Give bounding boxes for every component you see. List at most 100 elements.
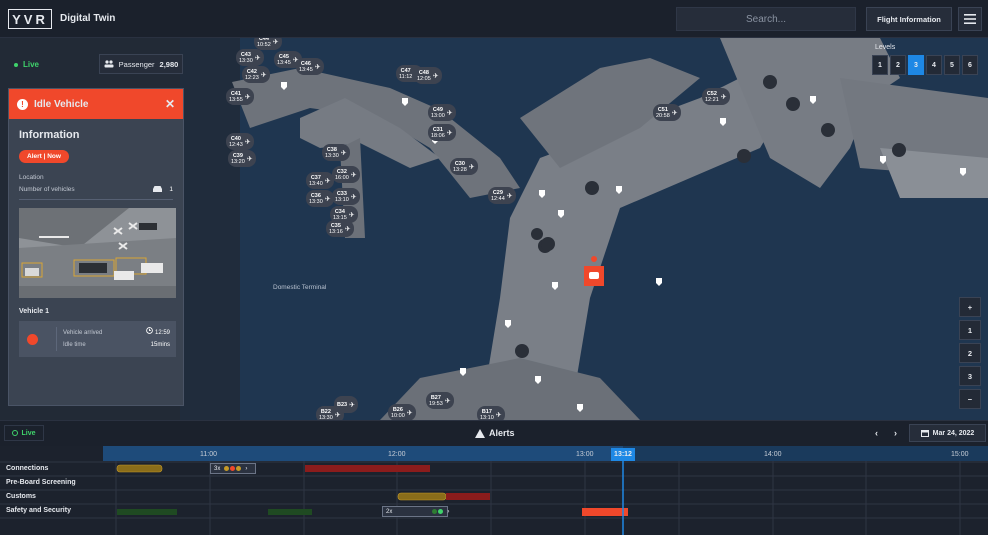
plane-icon: ✈ xyxy=(324,177,331,185)
gate-marker-c42[interactable]: C42 12:23 ✈ xyxy=(242,66,270,83)
live-indicator: Live xyxy=(14,60,39,69)
cluster-dots-icon xyxy=(224,466,242,471)
gate-marker-c48[interactable]: C48 12:05 ✈ xyxy=(414,67,442,84)
level-button-5[interactable]: 5 xyxy=(944,55,960,75)
flight-information-button[interactable]: Flight Information xyxy=(866,7,952,31)
gate-marker-c44[interactable]: C44 10:52 ✈ xyxy=(254,38,282,50)
plane-icon: ✈ xyxy=(344,225,351,233)
gate-marker-c37[interactable]: C37 13:40 ✈ xyxy=(306,172,334,189)
plane-icon: ✈ xyxy=(350,171,357,179)
gate-marker-b22[interactable]: B22 13:30 ✈ xyxy=(316,406,344,420)
plane-icon: ✈ xyxy=(334,411,341,419)
level-button-6[interactable]: 6 xyxy=(962,55,978,75)
gate-marker-c35[interactable]: C35 13:16 ✈ xyxy=(326,220,354,237)
current-time-marker[interactable]: 13:12 xyxy=(611,448,635,461)
gate-label: C47 11:12 xyxy=(399,67,413,80)
gate-label: C49 13:00 xyxy=(431,106,445,119)
vehicles-count: 1 xyxy=(169,185,173,193)
gate-label: C30 13:28 xyxy=(453,160,467,173)
timeline-live-button[interactable]: Live xyxy=(4,425,44,441)
category-customs: Customs xyxy=(6,493,36,500)
gate-marker-c41[interactable]: C41 13:55 ✈ xyxy=(226,88,254,105)
passenger-count: 2,980 xyxy=(159,59,179,69)
zoom-level-2[interactable]: 2 xyxy=(959,343,981,363)
cluster-dots-icon xyxy=(432,509,444,514)
plane-icon: ✈ xyxy=(254,54,261,62)
alerts-timeline[interactable]: 11:00 12:00 13:00 14:00 15:00 13:12 Conn… xyxy=(0,446,988,535)
plane-icon: ✈ xyxy=(432,72,439,80)
camera-feed-image[interactable] xyxy=(19,208,176,298)
plane-icon: ✈ xyxy=(406,409,413,417)
divider xyxy=(19,199,173,200)
plane-icon: ✈ xyxy=(324,195,331,203)
car-icon xyxy=(153,186,163,192)
live-label: Live xyxy=(23,60,40,69)
zoom-level-1[interactable]: 1 xyxy=(959,320,981,340)
gate-label: C45 13:45 xyxy=(277,53,291,66)
plane-icon: ✈ xyxy=(246,155,253,163)
cluster-badge-connections[interactable]: 3x › xyxy=(210,463,256,474)
gate-label: B22 13:30 xyxy=(319,408,333,421)
gate-marker-c49[interactable]: C49 13:00 ✈ xyxy=(428,104,456,121)
gate-label: C48 12:05 xyxy=(417,69,431,82)
zoom-in-button[interactable]: + xyxy=(959,297,981,317)
gate-label: C37 13:40 xyxy=(309,174,323,187)
levels-label: Levels xyxy=(875,44,896,51)
gate-marker-c29[interactable]: C29 12:44 ✈ xyxy=(488,187,516,204)
close-icon[interactable]: ✕ xyxy=(165,97,175,111)
gate-marker-c40[interactable]: C40 12:43 ✈ xyxy=(226,133,254,150)
level-button-4[interactable]: 4 xyxy=(926,55,942,75)
cluster-badge-safety[interactable]: 2x › xyxy=(382,506,449,517)
level-button-3[interactable]: 3 xyxy=(908,55,924,75)
next-day-button[interactable]: › xyxy=(894,428,897,438)
information-heading: Information xyxy=(19,129,80,141)
zoom-controls: + 1 2 3 − xyxy=(959,297,981,409)
gate-marker-c36[interactable]: C36 13:30 ✈ xyxy=(306,190,334,207)
plane-icon: ✈ xyxy=(446,129,453,137)
search-input[interactable] xyxy=(676,7,856,31)
gate-label: C41 13:55 xyxy=(229,90,243,103)
gate-marker-b26[interactable]: B26 10:00 ✈ xyxy=(388,404,416,420)
calendar-icon xyxy=(920,430,929,437)
date-picker-button[interactable]: Mar 24, 2022 xyxy=(909,424,986,442)
gate-marker-c52[interactable]: C52 12:21 ✈ xyxy=(702,88,730,105)
gate-label: C44 10:52 xyxy=(257,38,271,48)
gate-marker-b17[interactable]: B17 13:10 ✈ xyxy=(477,406,505,420)
level-button-1[interactable]: 1 xyxy=(872,55,888,75)
gate-label: C38 13:30 xyxy=(325,146,339,159)
gate-marker-c30[interactable]: C30 13:28 ✈ xyxy=(450,158,478,175)
alerts-heading: Alerts xyxy=(475,428,515,438)
category-pre-board-screening: Pre-Board Screening xyxy=(6,479,76,486)
gate-label: C31 18:06 xyxy=(431,126,445,139)
tick-1500: 15:00 xyxy=(951,451,969,458)
clock-icon xyxy=(146,327,154,334)
gate-marker-c39[interactable]: C39 13:20 ✈ xyxy=(228,150,256,167)
vehicle-card[interactable]: Vehicle arrived 12:59 Idle time 15mins xyxy=(19,321,176,357)
prev-day-button[interactable]: ‹ xyxy=(875,428,878,438)
live-dot-icon xyxy=(14,62,18,67)
vehicles-label: Number of vehicles xyxy=(19,185,75,193)
gate-marker-c31[interactable]: C31 18:06 ✈ xyxy=(428,124,456,141)
gate-marker-c51[interactable]: C51 20:58 ✈ xyxy=(653,104,681,121)
app-title: Digital Twin xyxy=(60,13,116,24)
alerts-label: Alerts xyxy=(489,428,515,438)
gate-marker-c32[interactable]: C32 16:00 ✈ xyxy=(332,166,360,183)
zoom-out-button[interactable]: − xyxy=(959,389,981,409)
hamburger-menu-icon[interactable] xyxy=(958,7,982,31)
gate-label: C33 13:10 xyxy=(335,190,349,203)
domestic-terminal-label: Domestic Terminal xyxy=(273,284,327,291)
gate-marker-c38[interactable]: C38 13:30 ✈ xyxy=(322,144,350,161)
timeline-live-label: Live xyxy=(21,429,36,437)
gate-marker-c33[interactable]: C33 13:10 ✈ xyxy=(332,188,360,205)
chevron-right-icon: › xyxy=(245,465,248,472)
gate-marker-c43[interactable]: C43 13:30 ✈ xyxy=(236,49,264,66)
passenger-counter-button[interactable]: Passenger 2,980 xyxy=(99,54,183,74)
zoom-level-3[interactable]: 3 xyxy=(959,366,981,386)
gate-marker-c46[interactable]: C46 13:45 ✈ xyxy=(296,58,324,75)
warning-icon xyxy=(475,428,485,438)
top-bar: YVR Digital Twin Flight Information xyxy=(0,0,988,38)
gate-marker-b27[interactable]: B27 19:53 ✈ xyxy=(426,392,454,409)
tick-1200: 12:00 xyxy=(388,451,406,458)
level-button-2[interactable]: 2 xyxy=(890,55,906,75)
tick-1400: 14:00 xyxy=(764,451,782,458)
